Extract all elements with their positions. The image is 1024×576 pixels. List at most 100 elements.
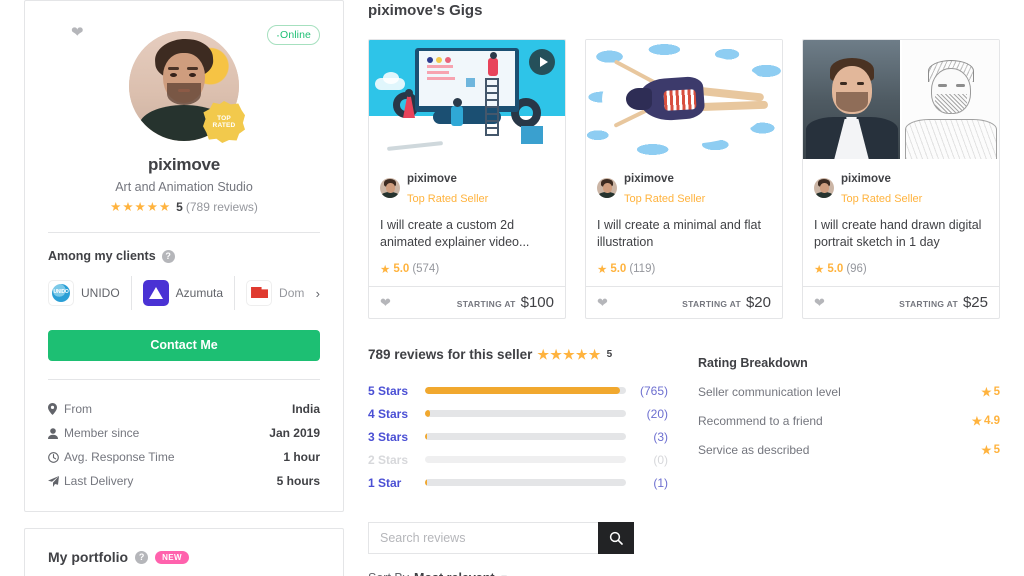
gig-seller-level: Top Rated Seller bbox=[624, 193, 706, 205]
gig-description[interactable]: I will create a minimal and flat illustr… bbox=[597, 217, 771, 251]
search-icon bbox=[609, 531, 623, 545]
gigs-title: piximove's Gigs bbox=[368, 2, 483, 19]
sort-by-value[interactable]: Most relevant bbox=[414, 571, 495, 576]
favorite-heart-icon[interactable]: ❤ bbox=[597, 295, 608, 311]
stat-value: 5 hours bbox=[276, 474, 320, 488]
client-dominos[interactable]: Dom bbox=[246, 276, 315, 310]
gig-seller[interactable]: piximove Top Rated Seller bbox=[814, 168, 988, 208]
gig-description[interactable]: I will create a custom 2d animated expla… bbox=[380, 217, 554, 251]
client-azumuta[interactable]: Azumuta bbox=[142, 276, 236, 310]
stat-value: 1 hour bbox=[283, 450, 320, 464]
starting-at-label: STARTING AT bbox=[899, 299, 958, 309]
unido-logo-text: UNIDO bbox=[53, 289, 69, 295]
reviews-section: 789 reviews for this seller ★★★★★ 5 5 St… bbox=[368, 347, 1000, 576]
gig-rating: ★ 5.0 (119) bbox=[597, 262, 771, 286]
gig-body: piximove Top Rated Seller I will create … bbox=[586, 159, 782, 286]
gig-card[interactable]: piximove Top Rated Seller I will create … bbox=[368, 39, 566, 319]
breakdown-label: Seller communication level bbox=[698, 385, 841, 399]
histogram-row-1-star[interactable]: 1 Star (1) bbox=[368, 471, 668, 494]
histogram-row-4-stars[interactable]: 4 Stars (20) bbox=[368, 402, 668, 425]
gig-footer: ❤ STARTING AT $25 bbox=[803, 286, 999, 318]
star-icon: ★ bbox=[981, 387, 992, 399]
portfolio-card: My portfolio ? NEW bbox=[24, 528, 344, 576]
gig-description[interactable]: I will create hand drawn digital portrai… bbox=[814, 217, 988, 251]
starting-at-label: STARTING AT bbox=[456, 299, 516, 309]
gig-rating: ★ 5.0 (574) bbox=[380, 262, 554, 286]
histogram-track bbox=[425, 479, 626, 486]
client-unido[interactable]: UNIDO UNIDO bbox=[48, 276, 132, 310]
play-icon[interactable] bbox=[529, 49, 555, 75]
portfolio-label: My portfolio bbox=[48, 549, 129, 565]
gig-seller-name: piximove bbox=[841, 173, 891, 185]
client-name: UNIDO bbox=[81, 286, 120, 300]
reviews-summary: 789 reviews for this seller ★★★★★ 5 5 St… bbox=[368, 347, 668, 576]
question-mark-icon[interactable]: ? bbox=[135, 550, 149, 564]
rating-breakdown-title: Rating Breakdown bbox=[698, 356, 808, 370]
gig-seller[interactable]: piximove Top Rated Seller bbox=[380, 168, 554, 208]
price-value: $100 bbox=[520, 294, 554, 311]
histogram-count: (1) bbox=[653, 475, 668, 490]
sort-by-control[interactable]: Sort By Most relevant ▼ bbox=[368, 571, 668, 576]
star-icon: ★ bbox=[971, 416, 982, 428]
stat-value: India bbox=[291, 402, 320, 416]
stat-value: Jan 2019 bbox=[269, 426, 320, 440]
paper-plane-icon bbox=[48, 475, 64, 487]
gig-seller-name: piximove bbox=[624, 173, 674, 185]
breakdown-score: ★ 5 bbox=[981, 385, 1000, 399]
online-status-badge: ·Online bbox=[266, 25, 320, 45]
favorite-heart-icon[interactable]: ❤ bbox=[380, 295, 391, 311]
gig-thumbnail-portrait-sketch[interactable] bbox=[803, 40, 999, 159]
histogram-count: (3) bbox=[653, 429, 668, 444]
gig-rating-value: 5.0 bbox=[393, 263, 410, 275]
gig-seller[interactable]: piximove Top Rated Seller bbox=[597, 168, 771, 208]
histogram-label[interactable]: 5 Stars bbox=[368, 384, 425, 398]
histogram-row-3-stars[interactable]: 3 Stars (3) bbox=[368, 425, 668, 448]
histogram-track bbox=[425, 410, 626, 417]
stat-row-response-time: Avg. Response Time 1 hour bbox=[48, 445, 320, 469]
search-reviews-input[interactable] bbox=[368, 522, 598, 554]
gig-price: STARTING AT $25 bbox=[899, 294, 988, 311]
sidebar: ❤ ·Online TOP RATED piximove Art and Ani… bbox=[24, 0, 344, 576]
favorite-heart-icon[interactable]: ❤ bbox=[814, 295, 825, 311]
rating-breakdown: Rating Breakdown Seller communication le… bbox=[668, 347, 1000, 576]
histogram-track bbox=[425, 387, 626, 394]
gig-seller-name: piximove bbox=[407, 173, 457, 185]
breakdown-score-value: 5 bbox=[993, 386, 1000, 398]
histogram-label[interactable]: 3 Stars bbox=[368, 430, 425, 444]
histogram-fill bbox=[425, 410, 431, 417]
histogram-label[interactable]: 4 Stars bbox=[368, 407, 425, 421]
gig-thumbnail-animated-explainer[interactable] bbox=[369, 40, 565, 159]
stat-label: Member since bbox=[64, 426, 140, 440]
gig-card[interactable]: piximove Top Rated Seller I will create … bbox=[585, 39, 783, 319]
seller-stats: From India Member since Jan 2019 Avg. Re… bbox=[48, 397, 320, 493]
search-reviews-button[interactable] bbox=[598, 522, 634, 554]
seller-profile-page: ❤ ·Online TOP RATED piximove Art and Ani… bbox=[0, 0, 1024, 576]
gig-card[interactable]: piximove Top Rated Seller I will create … bbox=[802, 39, 1000, 319]
breakdown-row-communication: Seller communication level ★ 5 bbox=[698, 385, 1000, 399]
divider bbox=[48, 379, 320, 380]
histogram-label[interactable]: 1 Star bbox=[368, 476, 425, 490]
seller-name: piximove bbox=[147, 155, 221, 174]
gig-rating: ★ 5.0 (96) bbox=[814, 262, 988, 286]
gig-seller-avatar bbox=[814, 178, 834, 198]
histogram-count: (20) bbox=[646, 406, 668, 421]
price-value: $25 bbox=[962, 294, 988, 311]
gig-thumbnail-flat-illustration[interactable] bbox=[586, 40, 782, 159]
gigs-grid: piximove Top Rated Seller I will create … bbox=[368, 39, 1000, 319]
reviews-average: 5 bbox=[606, 349, 613, 360]
gig-rating-count: (96) bbox=[846, 263, 867, 275]
new-badge: NEW bbox=[155, 550, 189, 564]
reviews-heading-text: 789 reviews for this seller bbox=[368, 347, 533, 362]
azumuta-logo-icon bbox=[142, 280, 169, 306]
question-mark-icon[interactable]: ? bbox=[161, 249, 175, 263]
clients-next-arrow-icon[interactable]: › bbox=[311, 285, 320, 301]
portfolio-title: My portfolio ? NEW bbox=[48, 549, 320, 565]
favorite-heart-icon[interactable]: ❤ bbox=[71, 25, 84, 40]
contact-me-button[interactable]: Contact Me bbox=[48, 330, 320, 361]
among-my-clients-title: Among my clients ? bbox=[48, 249, 320, 263]
star-icon: ★ bbox=[380, 264, 391, 276]
portrait-photo-half bbox=[803, 40, 900, 159]
gig-seller-avatar bbox=[597, 178, 617, 198]
histogram-row-5-stars[interactable]: 5 Stars (765) bbox=[368, 379, 668, 402]
clients-row: UNIDO UNIDO Azumuta Dom › bbox=[48, 276, 320, 310]
